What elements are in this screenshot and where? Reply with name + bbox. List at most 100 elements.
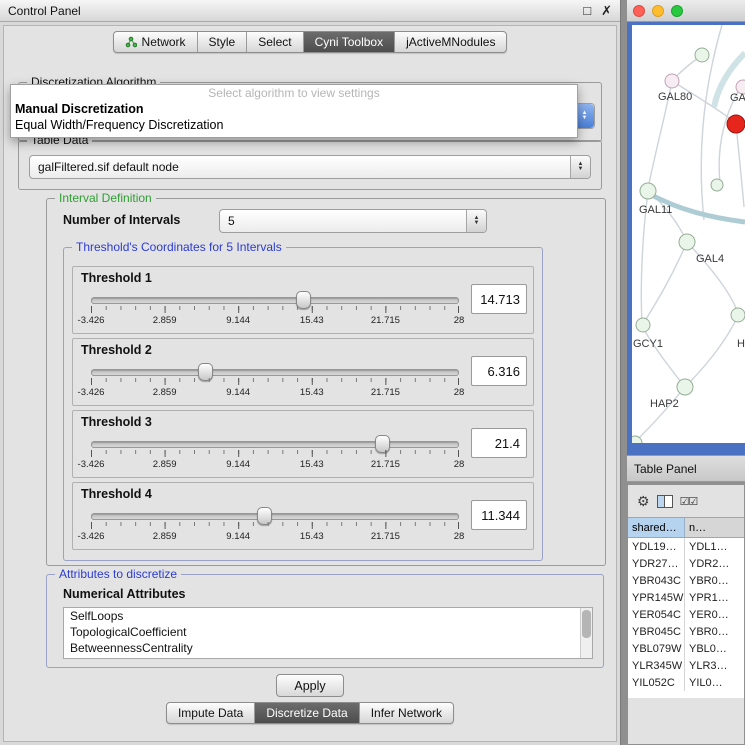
table-row[interactable]: YIL052CYIL0… (628, 674, 744, 691)
threshold-1-slider[interactable]: -3.4262.8599.14415.4321.71528 (91, 289, 459, 329)
table-cell[interactable]: YBR045C (628, 623, 685, 640)
threshold-2-panel: Threshold 2 -3.4262.8599.14415.4321.7152… (72, 338, 534, 406)
tick-label: 2.859 (153, 531, 177, 542)
table-row[interactable]: YBR045CYBR0… (628, 623, 744, 640)
tab-network[interactable]: Network (114, 32, 198, 52)
tab-impute-data[interactable]: Impute Data (167, 703, 255, 723)
num-intervals-combobox[interactable]: 5 ▲▼ (219, 209, 487, 233)
tick-label: -3.426 (78, 387, 105, 398)
attributes-group: Attributes to discretize Numerical Attri… (46, 574, 604, 668)
table-row[interactable]: YDR27…YDR2… (628, 555, 744, 572)
column-header-shared-name[interactable]: shared… (628, 518, 685, 537)
tab-discretize-data[interactable]: Discretize Data (255, 703, 359, 723)
gene-node[interactable] (731, 308, 745, 322)
close-window-icon[interactable]: ✗ (601, 3, 612, 19)
gene-node[interactable] (640, 183, 656, 199)
slider-track[interactable] (91, 369, 459, 376)
attributes-list[interactable]: SelfLoopsTopologicalCoefficientBetweenne… (63, 607, 593, 659)
table-cell[interactable]: YDL19… (628, 538, 685, 555)
table-cell[interactable]: YBR043C (628, 572, 685, 589)
tick-labels: -3.4262.8599.14415.4321.71528 (91, 459, 459, 471)
table-cell[interactable]: YIL0… (685, 674, 744, 691)
table-cell[interactable]: YIL052C (628, 674, 685, 691)
apply-button[interactable]: Apply (276, 674, 344, 697)
threshold-2-slider[interactable]: -3.4262.8599.14415.4321.71528 (91, 361, 459, 401)
table-cell[interactable]: YBR0… (685, 572, 744, 589)
dropdown-option-manual[interactable]: Manual Discretization (11, 101, 577, 117)
node-label: GCY1 (633, 338, 663, 350)
network-graph: GAL80 GA GAL11 GAL4 GCY1 H HAP2 (632, 25, 745, 443)
threshold-value-field[interactable]: 6.316 (471, 356, 527, 386)
table-cell[interactable]: YDR2… (685, 555, 744, 572)
tab-jactivemnodules[interactable]: jActiveMNodules (395, 32, 506, 52)
tab-select[interactable]: Select (247, 32, 303, 52)
close-traffic-light-icon[interactable] (633, 5, 645, 17)
list-item[interactable]: SelfLoops (64, 608, 592, 624)
table-row[interactable]: YPR145WYPR1… (628, 589, 744, 606)
table-row[interactable]: YLR345WYLR3… (628, 657, 744, 674)
slider-ticks (91, 306, 459, 313)
columns-icon[interactable] (657, 495, 673, 508)
gear-icon[interactable]: ⚙ (637, 493, 650, 510)
table-cell[interactable]: YBR0… (685, 623, 744, 640)
tab-style[interactable]: Style (198, 32, 248, 52)
table-cell[interactable]: YPR1… (685, 589, 744, 606)
threshold-value-field[interactable]: 14.713 (471, 284, 527, 314)
attributes-scrollbar[interactable] (580, 608, 592, 658)
table-cell[interactable]: YDL1… (685, 538, 744, 555)
group-title: Interval Definition (55, 191, 156, 205)
gene-node[interactable] (665, 74, 679, 88)
column-header-name[interactable]: n… (685, 518, 744, 537)
select-all-check-icons[interactable]: ☑☑ (680, 495, 698, 508)
slider-track[interactable] (91, 441, 459, 448)
tick-label: 21.715 (371, 387, 400, 398)
threshold-1-panel: Threshold 1 -3.4262.8599.14415.4321.7152… (72, 266, 534, 334)
node-label: GA (730, 92, 745, 104)
table-cell[interactable]: YPR145W (628, 589, 685, 606)
numerical-attributes-label: Numerical Attributes (63, 587, 185, 601)
table-row[interactable]: YDL19…YDL1… (628, 538, 744, 555)
gene-node[interactable] (679, 234, 695, 250)
gene-node[interactable] (636, 318, 650, 332)
gene-node[interactable] (711, 179, 723, 191)
combo-stepper-icon[interactable]: ▲▼ (570, 156, 590, 178)
dropdown-hint: Select algorithm to view settings (11, 85, 577, 101)
slider-track[interactable] (91, 297, 459, 304)
float-window-icon[interactable]: □ (583, 3, 591, 18)
table-row[interactable]: YER054CYER0… (628, 606, 744, 623)
scrollbar-thumb[interactable] (582, 610, 591, 638)
network-canvas[interactable]: GAL80 GA GAL11 GAL4 GCY1 H HAP2 (632, 25, 745, 443)
dropdown-option-equal-width[interactable]: Equal Width/Frequency Discretization (11, 117, 577, 133)
table-data-combobox[interactable]: galFiltered.sif default node ▲▼ (29, 155, 591, 179)
slider-track[interactable] (91, 513, 459, 520)
threshold-4-slider[interactable]: -3.4262.8599.14415.4321.71528 (91, 505, 459, 545)
table-cell[interactable]: YLR3… (685, 657, 744, 674)
table-cell[interactable]: YER0… (685, 606, 744, 623)
zoom-traffic-light-icon[interactable] (671, 5, 683, 17)
network-view-window: GAL80 GA GAL11 GAL4 GCY1 H HAP2 (627, 0, 745, 455)
gene-node[interactable] (695, 48, 709, 62)
table-cell[interactable]: YLR345W (628, 657, 685, 674)
table-cell[interactable]: YER054C (628, 606, 685, 623)
tick-labels: -3.4262.8599.14415.4321.71528 (91, 531, 459, 543)
list-item[interactable]: TopologicalCoefficient (64, 624, 592, 640)
gene-node[interactable] (677, 379, 693, 395)
threshold-3-slider[interactable]: -3.4262.8599.14415.4321.71528 (91, 433, 459, 473)
selected-gene-node[interactable] (727, 115, 745, 133)
tab-label: Style (209, 35, 236, 49)
combo-stepper-icon[interactable]: ▲▼ (466, 210, 486, 232)
threshold-value-field[interactable]: 11.344 (471, 500, 527, 530)
table-row[interactable]: YBL079WYBL0… (628, 640, 744, 657)
table-row[interactable]: YBR043CYBR0… (628, 572, 744, 589)
tab-cyni-toolbox[interactable]: Cyni Toolbox (304, 32, 395, 52)
tick-label: 28 (454, 531, 465, 542)
minimize-traffic-light-icon[interactable] (652, 5, 664, 17)
cyni-mode-tabs: Impute Data Discretize Data Infer Networ… (166, 702, 454, 724)
list-item[interactable]: BetweennessCentrality (64, 640, 592, 656)
table-cell[interactable]: YBL079W (628, 640, 685, 657)
tab-infer-network[interactable]: Infer Network (360, 703, 453, 723)
threshold-value-field[interactable]: 21.4 (471, 428, 527, 458)
table-cell[interactable]: YBL0… (685, 640, 744, 657)
table-cell[interactable]: YDR27… (628, 555, 685, 572)
table-rows: YDL19…YDL1…YDR27…YDR2…YBR043CYBR0…YPR145… (628, 538, 744, 698)
